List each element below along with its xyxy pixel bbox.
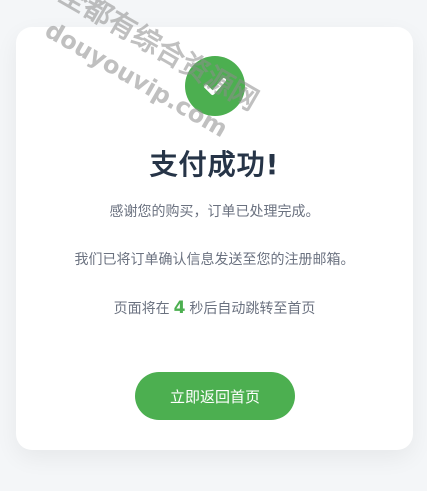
countdown-seconds: 4 <box>173 298 186 318</box>
countdown-prefix: 页面将在 <box>113 301 170 317</box>
email-notice: 我们已将订单确认信息发送至您的注册邮箱。 <box>74 252 355 268</box>
countdown-suffix: 秒后自动跳转至首页 <box>189 301 316 317</box>
check-icon <box>204 78 226 95</box>
success-page: 支付成功! 感谢您的购买，订单已处理完成。 我们已将订单确认信息发送至您的注册邮… <box>0 0 427 491</box>
success-card: 支付成功! 感谢您的购买，订单已处理完成。 我们已将订单确认信息发送至您的注册邮… <box>16 27 413 450</box>
page-title: 支付成功! <box>149 148 280 181</box>
success-badge <box>185 56 245 116</box>
redirect-countdown: 页面将在 4 秒后自动跳转至首页 <box>16 298 413 318</box>
thanks-message: 感谢您的购买，订单已处理完成。 <box>109 204 320 220</box>
back-home-button[interactable]: 立即返回首页 <box>135 372 295 420</box>
